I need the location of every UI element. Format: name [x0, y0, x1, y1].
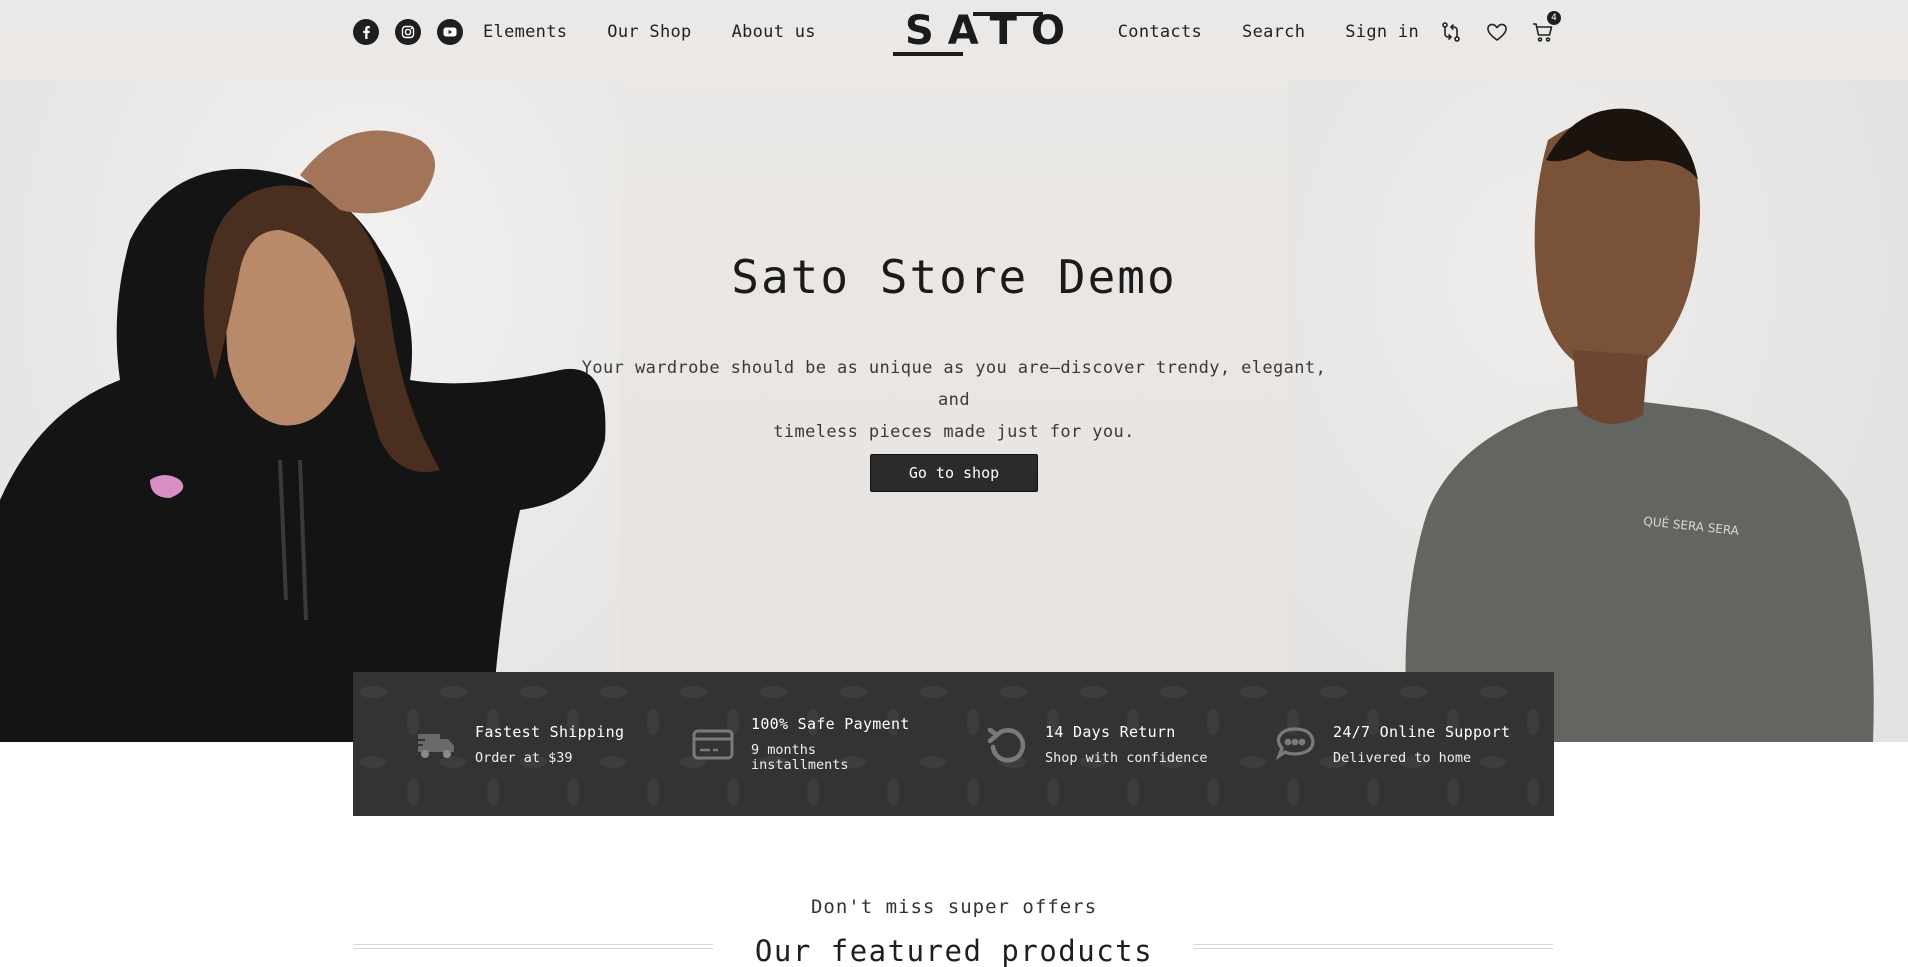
social-links — [353, 19, 463, 45]
hero-subtitle: Your wardrobe should be as unique as you… — [570, 352, 1338, 448]
feature-shipping: Fastest Shipping Order at $39 — [415, 672, 624, 816]
youtube-icon[interactable] — [437, 19, 463, 45]
site-header: Elements Our Shop About us SATO Contacts… — [353, 0, 1561, 64]
site-logo[interactable]: SATO — [891, 8, 1065, 56]
page: QUÉ SERA SERA Elements Our Shop About us — [0, 0, 1908, 967]
feature-payment-text: 100% Safe Payment 9 months installments — [751, 715, 910, 773]
feature-payment-title: 100% Safe Payment — [751, 715, 910, 733]
nav-search-link[interactable]: Search — [1242, 22, 1305, 42]
chat-icon — [1275, 727, 1315, 761]
secondary-nav: Contacts Search Sign in — [1118, 22, 1419, 42]
compare-icon[interactable] — [1439, 20, 1463, 44]
section-kicker: Don't miss super offers — [810, 896, 1098, 918]
instagram-icon[interactable] — [395, 19, 421, 45]
section-title: Our featured products — [754, 934, 1154, 967]
nav-contacts-link[interactable]: Contacts — [1118, 22, 1202, 42]
logo-underline-mark — [893, 12, 1043, 56]
feature-support-text: 24/7 Online Support Delivered to home — [1333, 723, 1510, 766]
hero-subtitle-line-1: Your wardrobe should be as unique as you… — [581, 358, 1327, 410]
nav-about-us-link[interactable]: About us — [732, 22, 816, 42]
features-bar: Fastest Shipping Order at $39 100% Safe … — [353, 672, 1554, 816]
facebook-icon[interactable] — [353, 19, 379, 45]
nav-our-shop-link[interactable]: Our Shop — [607, 22, 691, 42]
feature-payment-subtitle-line-2: installments — [751, 757, 849, 773]
primary-nav: Elements Our Shop About us — [483, 22, 816, 42]
nav-sign-in-link[interactable]: Sign in — [1345, 22, 1419, 42]
feature-return-title: 14 Days Return — [1045, 722, 1176, 741]
nav-elements-link[interactable]: Elements — [483, 22, 567, 42]
feature-payment: 100% Safe Payment 9 months installments — [691, 672, 910, 816]
feature-return-subtitle: Shop with confidence — [1045, 749, 1208, 766]
feature-shipping-text: Fastest Shipping Order at $39 — [475, 723, 624, 766]
heart-icon[interactable] — [1485, 20, 1509, 44]
cart-icon[interactable]: 4 — [1531, 11, 1561, 44]
feature-support-title: 24/7 Online Support — [1333, 722, 1511, 741]
feature-shipping-title: Fastest Shipping — [475, 722, 625, 741]
feature-support-subtitle: Delivered to home — [1333, 749, 1472, 766]
feature-return: 14 Days Return Shop with confidence — [985, 672, 1208, 816]
feature-payment-subtitle-line-1: 9 months — [751, 742, 817, 758]
feature-support: 24/7 Online Support Delivered to home — [1273, 672, 1510, 816]
header-utility-icons: 4 — [1439, 11, 1561, 44]
hero-section: QUÉ SERA SERA Elements Our Shop About us — [0, 0, 1908, 742]
hero-model-right-image: QUÉ SERA SERA — [1405, 108, 1874, 742]
hero-model-left-image — [0, 130, 606, 742]
go-to-shop-button[interactable]: Go to shop — [870, 454, 1038, 492]
return-icon — [987, 727, 1026, 763]
truck-icon — [415, 734, 454, 758]
feature-shipping-subtitle: Order at $39 — [475, 749, 573, 766]
cart-count-badge: 4 — [1547, 11, 1561, 25]
hero-subtitle-line-2: timeless pieces made just for you. — [773, 422, 1135, 442]
feature-payment-subtitle: 9 months installments — [751, 743, 910, 773]
feature-return-text: 14 Days Return Shop with confidence — [1045, 723, 1208, 766]
hero-title: Sato Store Demo — [731, 250, 1177, 304]
credit-card-icon — [692, 729, 734, 760]
